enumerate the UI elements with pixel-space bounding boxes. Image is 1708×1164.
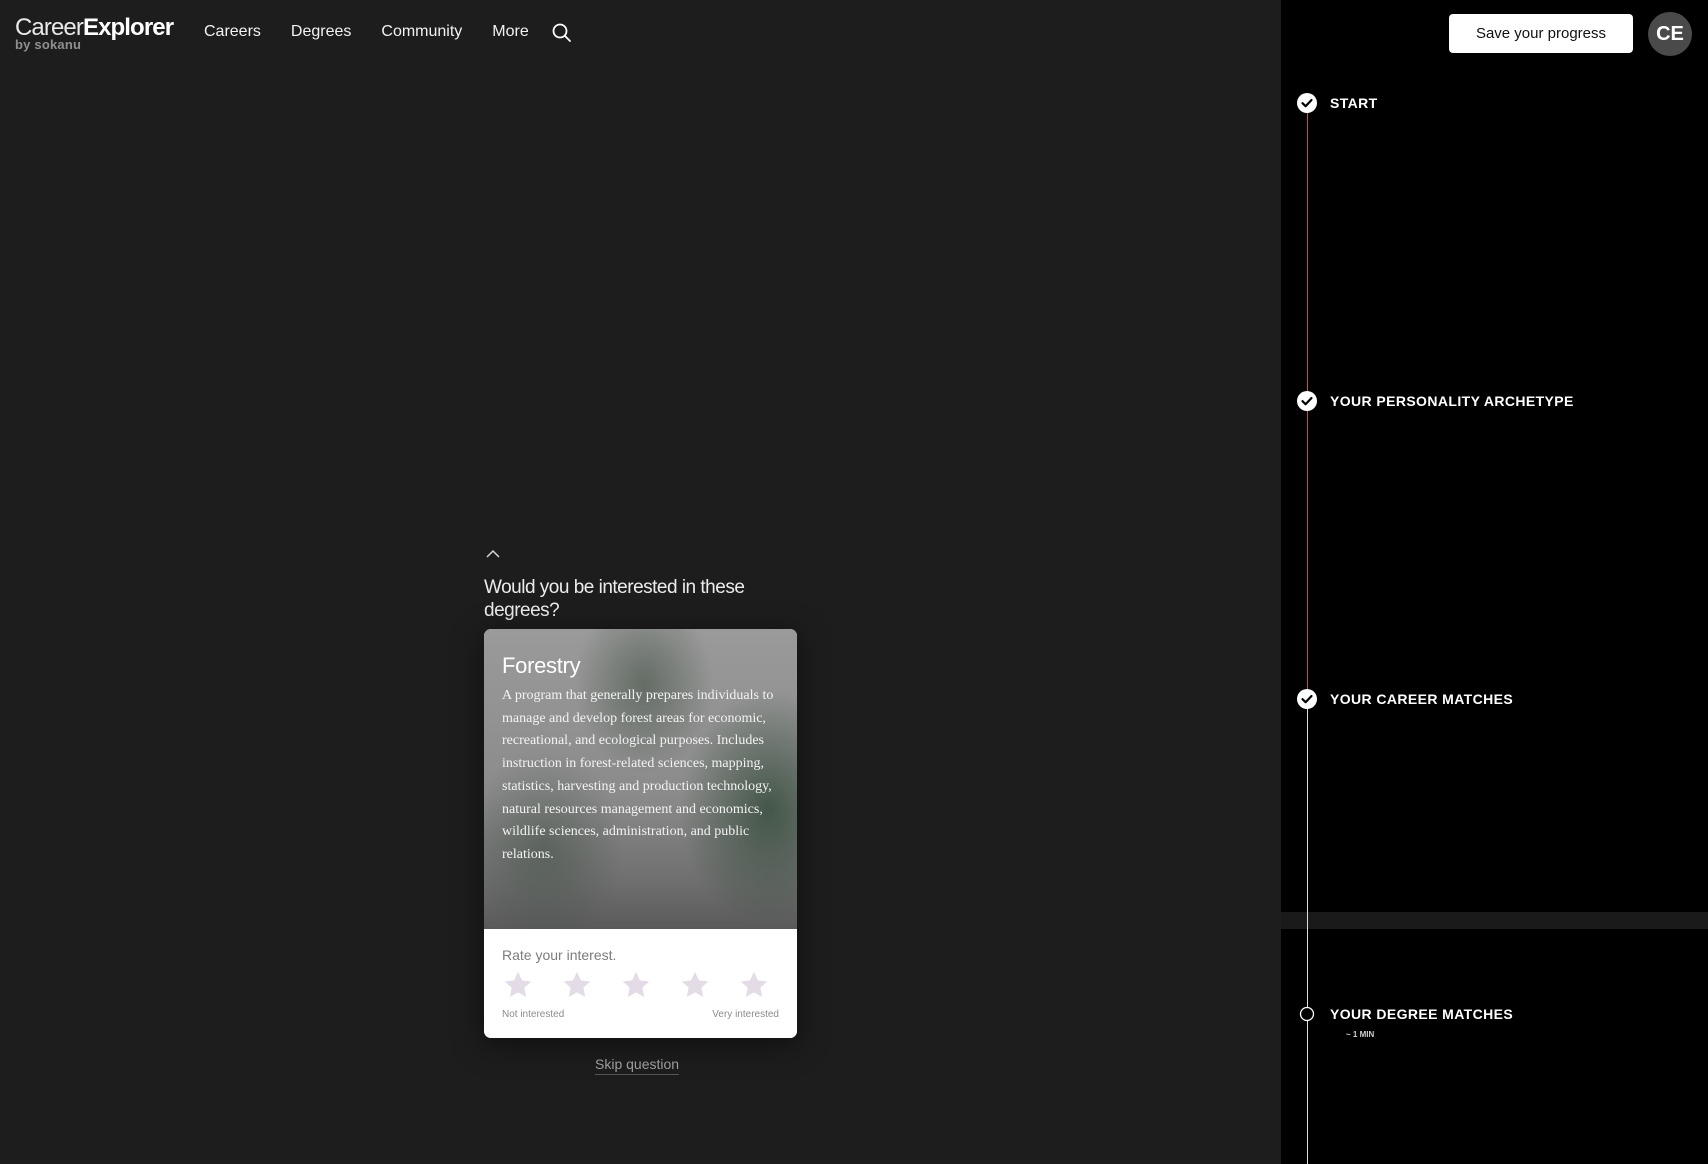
check-circle-icon bbox=[1297, 689, 1317, 709]
step-degree-matches[interactable]: YOUR DEGREE MATCHES ~ 1 MIN bbox=[1297, 1004, 1514, 1039]
brand-logo[interactable]: CareerExplorer by sokanu bbox=[15, 14, 174, 52]
panel-divider-band bbox=[1281, 912, 1708, 929]
empty-circle-icon bbox=[1299, 1006, 1315, 1022]
app-root: CareerExplorer by sokanu Careers Degrees… bbox=[0, 0, 1708, 1164]
step-label: YOUR CAREER MATCHES bbox=[1330, 691, 1514, 707]
step-career-matches[interactable]: YOUR CAREER MATCHES bbox=[1297, 689, 1513, 709]
star-icon-5[interactable] bbox=[738, 969, 770, 1001]
degree-card-image: Forestry A program that generally prepar… bbox=[484, 629, 797, 929]
nav-careers[interactable]: Careers bbox=[204, 23, 261, 41]
degree-title: Forestry bbox=[502, 653, 581, 678]
nav-community[interactable]: Community bbox=[381, 23, 462, 41]
scale-low-label: Not interested bbox=[502, 1009, 565, 1020]
star-icon-2[interactable] bbox=[561, 969, 593, 1001]
progress-panel: Save your progress CE START YOUR PERSONA… bbox=[1281, 0, 1708, 1164]
avatar[interactable]: CE bbox=[1648, 12, 1692, 56]
step-label: YOUR DEGREE MATCHES bbox=[1330, 1006, 1514, 1022]
nav-more[interactable]: More bbox=[492, 23, 528, 41]
brand-name-bold: Explorer bbox=[82, 14, 174, 41]
rating-section: Rate your interest. Not interested Very … bbox=[484, 929, 797, 1038]
skip-question-link[interactable]: Skip question bbox=[595, 1056, 680, 1075]
star-icon-4[interactable] bbox=[679, 969, 711, 1001]
chevron-up-icon[interactable] bbox=[484, 547, 502, 559]
star-rating bbox=[502, 969, 770, 1001]
step-start[interactable]: START bbox=[1297, 93, 1378, 113]
nav-degrees[interactable]: Degrees bbox=[291, 23, 351, 41]
search-icon[interactable] bbox=[551, 22, 573, 44]
step-personality-archetype[interactable]: YOUR PERSONALITY ARCHETYPE bbox=[1297, 391, 1574, 411]
check-circle-icon bbox=[1297, 391, 1317, 411]
degree-description: A program that generally prepares indivi… bbox=[502, 688, 774, 862]
top-nav: CareerExplorer by sokanu Careers Degrees… bbox=[0, 0, 1281, 66]
check-circle-icon bbox=[1297, 93, 1317, 113]
progress-track-remaining bbox=[1307, 701, 1308, 1164]
step-label: YOUR PERSONALITY ARCHETYPE bbox=[1330, 393, 1574, 409]
rating-prompt: Rate your interest. bbox=[502, 947, 617, 963]
degree-card: Forestry A program that generally prepar… bbox=[484, 629, 797, 1038]
scale-high-label: Very interested bbox=[712, 1009, 779, 1020]
star-icon-3[interactable] bbox=[620, 969, 652, 1001]
question-text: Would you be interested in these degrees… bbox=[484, 577, 745, 621]
star-icon-1[interactable] bbox=[502, 969, 534, 1001]
save-progress-button[interactable]: Save your progress bbox=[1449, 14, 1633, 53]
nav-links: Careers Degrees Community More bbox=[204, 23, 529, 41]
step-duration: ~ 1 MIN bbox=[1346, 1030, 1375, 1039]
step-label: START bbox=[1330, 95, 1378, 111]
